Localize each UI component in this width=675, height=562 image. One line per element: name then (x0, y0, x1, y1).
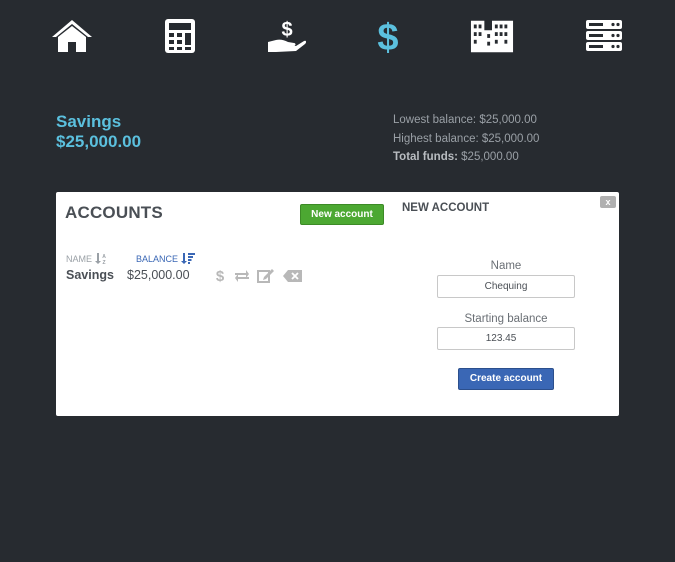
dollar-icon: $ (216, 268, 225, 283)
nav-server[interactable] (582, 16, 626, 56)
calculator-icon (165, 19, 195, 53)
nav-calculator[interactable] (158, 16, 202, 56)
row-account-name[interactable]: Savings (66, 268, 114, 282)
svg-text:Z: Z (102, 260, 105, 264)
column-header-name[interactable]: NAME A Z (66, 253, 107, 264)
delete-button[interactable] (283, 268, 302, 283)
lowest-balance-label: Lowest balance: (393, 114, 477, 126)
account-summary: Savings $25,000.00 (56, 112, 141, 153)
column-header-balance[interactable]: BALANCE (136, 253, 196, 264)
nav-hand-money[interactable]: $ (264, 16, 308, 56)
delete-icon (283, 269, 302, 282)
column-balance-label: BALANCE (136, 253, 179, 264)
new-account-button[interactable]: New account (300, 204, 384, 225)
edit-icon (257, 269, 274, 283)
building-icon (470, 20, 514, 53)
starting-balance-label: Starting balance (464, 313, 548, 325)
total-funds-value: $25,000.00 (461, 151, 519, 163)
accounts-panel: ACCOUNTS New account NEW ACCOUNT x NAME … (56, 192, 619, 416)
dollar-icon: $ (377, 17, 398, 55)
sort-amount-desc-icon (181, 253, 196, 264)
selected-account-name: Savings (56, 112, 122, 131)
nav-accounts[interactable]: $ (366, 16, 410, 56)
name-field[interactable] (437, 275, 575, 298)
svg-text:$: $ (216, 268, 225, 283)
selected-account-balance: $25,000.00 (56, 132, 142, 151)
total-funds-label: Total funds: (393, 151, 458, 163)
highest-balance-label: Highest balance: (393, 132, 479, 145)
home-icon (52, 20, 92, 52)
edit-button[interactable] (257, 268, 274, 283)
hand-holding-dollar-icon: $ (268, 19, 306, 52)
balance-stats: Lowest balance: $25,000.00 Highest balan… (393, 111, 539, 167)
new-account-title: NEW ACCOUNT (402, 202, 490, 214)
top-nav: $ $ (0, 0, 675, 80)
close-button[interactable]: x (600, 196, 616, 208)
transfer-icon (235, 270, 249, 282)
row-account-balance: $25,000.00 (127, 268, 190, 282)
accounts-title: ACCOUNTS (65, 203, 163, 222)
nav-home[interactable] (50, 16, 94, 56)
sort-alpha-icon: A Z (95, 253, 106, 264)
nav-buildings[interactable] (470, 16, 514, 56)
svg-text:$: $ (377, 17, 398, 55)
server-icon (586, 20, 622, 51)
column-name-label: NAME (66, 253, 93, 264)
name-label: Name (490, 260, 522, 272)
deposit-button[interactable]: $ (215, 268, 225, 283)
highest-balance-row: Highest balance: $25,000.00 (393, 130, 539, 149)
lowest-balance-value: $25,000.00 (479, 114, 537, 126)
svg-text:$: $ (281, 19, 292, 41)
total-funds-row: Total funds: $25,000.00 (393, 148, 539, 167)
lowest-balance-row: Lowest balance: $25,000.00 (393, 111, 539, 130)
transfer-button[interactable] (234, 268, 250, 283)
create-account-button[interactable]: Create account (458, 368, 554, 390)
starting-balance-field[interactable] (437, 327, 575, 350)
highest-balance-value: $25,000.00 (481, 132, 540, 145)
